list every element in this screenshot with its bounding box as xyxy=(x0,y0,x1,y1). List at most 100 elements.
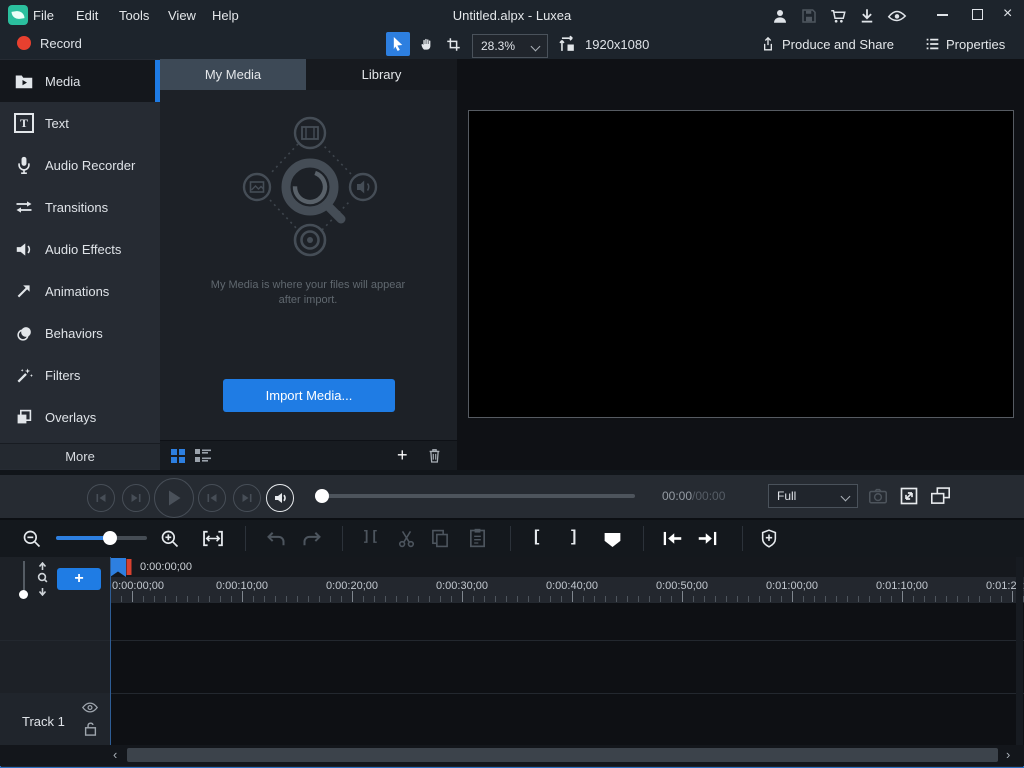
snapshot-camera-icon[interactable] xyxy=(869,488,887,504)
menu-tools[interactable]: Tools xyxy=(119,8,149,23)
download-icon[interactable] xyxy=(858,7,876,25)
media-folder-icon xyxy=(14,71,34,91)
menu-help[interactable]: Help xyxy=(212,8,239,23)
previous-frame-button[interactable] xyxy=(87,484,115,512)
play-button[interactable] xyxy=(154,478,194,518)
grid-view-icon[interactable] xyxy=(171,449,185,463)
sidebar-item-behaviors[interactable]: Behaviors xyxy=(0,312,160,354)
vertical-zoom-icon[interactable] xyxy=(35,562,50,596)
acdsee-eye-icon[interactable] xyxy=(887,7,905,25)
maximize-button[interactable] xyxy=(972,9,983,20)
next-frame-button[interactable] xyxy=(122,484,150,512)
sidebar-item-animations[interactable]: Animations xyxy=(0,270,160,312)
track-lock-icon[interactable] xyxy=(84,722,97,736)
volume-button[interactable] xyxy=(266,484,294,512)
sidebar-item-text[interactable]: T Text xyxy=(0,102,160,144)
properties-button[interactable]: Properties xyxy=(946,37,1005,52)
go-to-end-button[interactable] xyxy=(233,484,261,512)
jump-to-start-icon[interactable] xyxy=(662,530,683,547)
track-name-label: Track 1 xyxy=(22,714,65,729)
timeline-zoom-slider-fill xyxy=(56,536,110,540)
luxea-window: File Edit Tools View Help Untitled.alpx … xyxy=(0,0,1024,768)
zoom-level-select[interactable]: 28.3% xyxy=(472,34,548,58)
playhead-time-label: 0:00:00;00 xyxy=(140,561,192,573)
minimize-button[interactable] xyxy=(937,14,948,16)
empty-state-caption: My Media is where your files will appear… xyxy=(208,278,408,308)
scrubber-knob[interactable] xyxy=(315,489,329,503)
track-header[interactable]: Track 1 xyxy=(0,693,110,745)
playhead-flag-icon[interactable] xyxy=(110,558,132,577)
cursor-arrow-icon xyxy=(391,36,406,52)
chevron-down-icon xyxy=(841,491,851,501)
scroll-left-arrow[interactable]: ‹ xyxy=(113,747,117,762)
list-view-icon[interactable] xyxy=(195,449,211,463)
timeline-vertical-scrollbar[interactable] xyxy=(1016,557,1023,745)
row-divider xyxy=(0,693,1024,694)
redo-icon[interactable] xyxy=(302,531,322,547)
timeline-toolbar: ][ [ ] xyxy=(0,518,1024,559)
sidebar-item-filters[interactable]: Filters xyxy=(0,354,160,396)
zoom-out-icon[interactable] xyxy=(22,529,42,549)
cart-icon[interactable] xyxy=(829,7,847,25)
import-media-button[interactable]: Import Media... xyxy=(223,379,395,412)
mark-out-button[interactable]: ] xyxy=(571,528,576,546)
scrubber-track[interactable] xyxy=(315,494,635,498)
zoom-in-icon[interactable] xyxy=(160,529,180,549)
paste-icon[interactable] xyxy=(469,528,486,548)
chevron-down-icon xyxy=(531,41,541,51)
mark-in-button[interactable]: [ xyxy=(534,528,539,546)
overlays-squares-icon xyxy=(14,407,34,427)
speaker-icon xyxy=(14,239,34,259)
timeline-zoom-slider-knob[interactable] xyxy=(103,531,117,545)
toolbar-divider xyxy=(643,526,644,551)
add-marker-icon[interactable] xyxy=(602,531,623,548)
display-mode-select[interactable]: Full xyxy=(768,484,858,508)
scroll-right-arrow[interactable]: › xyxy=(1006,747,1010,762)
menu-file[interactable]: File xyxy=(33,8,54,23)
fit-timeline-icon[interactable] xyxy=(202,530,224,547)
preview-screen xyxy=(468,110,1014,418)
split-clip-icon[interactable]: ][ xyxy=(362,529,379,545)
cut-scissors-icon[interactable] xyxy=(397,529,416,548)
sidebar-item-media[interactable]: Media xyxy=(0,60,160,102)
record-button[interactable]: Record xyxy=(40,36,82,51)
menu-edit[interactable]: Edit xyxy=(76,8,98,23)
magic-wand-icon xyxy=(14,365,34,385)
sidebar-item-overlays[interactable]: Overlays xyxy=(0,396,160,438)
go-to-start-button[interactable] xyxy=(198,484,226,512)
add-media-button[interactable]: + xyxy=(397,445,408,466)
delete-media-icon[interactable] xyxy=(428,448,441,463)
menu-view[interactable]: View xyxy=(168,8,196,23)
jump-to-end-icon[interactable] xyxy=(697,530,718,547)
produce-share-button[interactable]: Produce and Share xyxy=(782,37,894,52)
track-visibility-eye-icon[interactable] xyxy=(82,702,98,713)
copy-icon[interactable] xyxy=(431,529,449,548)
header-content-divider xyxy=(110,557,111,745)
timeline-ruler[interactable]: 0:00:00;00 0:00:00;000:00:10;000:00:20;0… xyxy=(110,557,1024,602)
title-bar: File Edit Tools View Help Untitled.alpx … xyxy=(0,0,1024,30)
tab-my-media[interactable]: My Media xyxy=(160,59,306,90)
save-icon[interactable] xyxy=(800,7,818,25)
detach-window-icon[interactable] xyxy=(931,487,950,505)
account-icon[interactable] xyxy=(771,7,789,25)
sidebar-item-audio-effects[interactable]: Audio Effects xyxy=(0,228,160,270)
sidebar-item-audio-recorder[interactable]: Audio Recorder xyxy=(0,144,160,186)
track-height-slider-knob[interactable] xyxy=(19,590,28,599)
pan-tool-button[interactable] xyxy=(414,32,438,56)
record-dot-icon[interactable] xyxy=(17,36,31,50)
undo-icon[interactable] xyxy=(266,531,286,547)
empty-state-illustration xyxy=(230,112,390,262)
horizontal-scrollbar[interactable]: ‹ › xyxy=(0,745,1024,766)
fullscreen-icon[interactable] xyxy=(900,487,918,505)
tab-library[interactable]: Library xyxy=(306,59,457,90)
scrollbar-thumb[interactable] xyxy=(127,748,998,762)
transitions-arrows-icon xyxy=(14,197,34,217)
add-track-button[interactable]: + xyxy=(57,568,101,590)
close-button[interactable]: × xyxy=(1003,4,1012,24)
properties-list-icon xyxy=(925,37,940,51)
crop-tool-button[interactable] xyxy=(441,32,465,56)
sidebar-item-transitions[interactable]: Transitions xyxy=(0,186,160,228)
sidebar-more-button[interactable]: More xyxy=(0,443,160,469)
select-tool-button[interactable] xyxy=(386,32,410,56)
add-track-marker-icon[interactable] xyxy=(761,529,777,548)
